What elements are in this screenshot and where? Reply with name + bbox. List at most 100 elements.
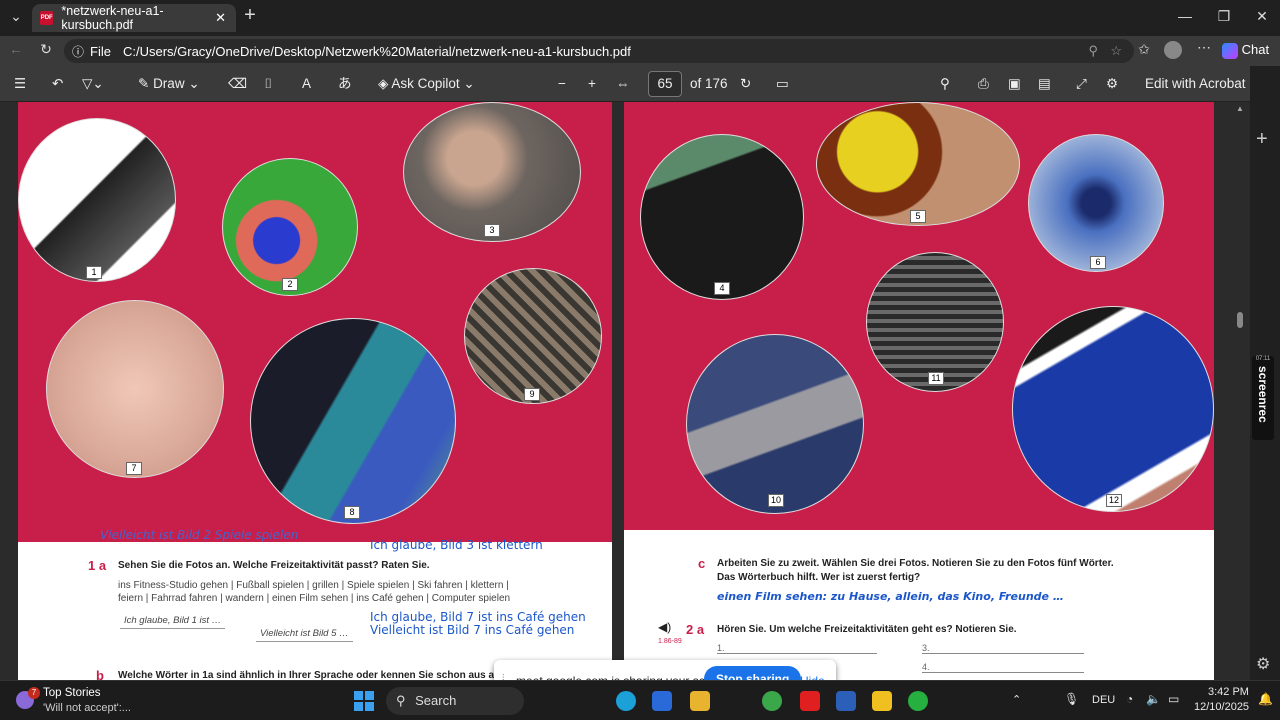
minimize-button[interactable]: — — [1175, 8, 1195, 24]
photo-2 — [222, 158, 358, 296]
read-aloud-icon[interactable]: A — [302, 76, 311, 92]
zoom-in-button[interactable]: + — [588, 76, 596, 92]
tray-chevron-icon[interactable]: ⌃ — [1012, 693, 1021, 706]
address-field[interactable]: ⓘ File C:/Users/Gracy/OneDrive/Desktop/N… — [64, 39, 1134, 63]
word-icon[interactable] — [836, 691, 856, 711]
tab-title: *netzwerk-neu-a1-kursbuch.pdf — [61, 4, 164, 32]
screenrec-widget[interactable]: 07:11 screenrec — [1252, 356, 1274, 440]
pdf-viewer[interactable]: 1 2 3 9 7 8 Vielleicht ist Bild 2 Spiele… — [0, 102, 1250, 680]
photo-5 — [816, 102, 1020, 226]
refresh-icon[interactable]: ↻ — [36, 41, 56, 58]
settings-icon[interactable]: ⚙ — [1106, 76, 1118, 92]
news-title: Top Stories — [43, 687, 101, 699]
volume-icon[interactable]: 🔈 — [1146, 692, 1161, 706]
new-tab-button[interactable]: + — [240, 4, 260, 27]
url-text: C:/Users/Gracy/OneDrive/Desktop/Netzwerk… — [122, 43, 631, 59]
back-icon[interactable]: ← — [6, 41, 26, 57]
favorite-icon[interactable]: ☆ — [1110, 43, 1122, 59]
line-num-4: 4. — [922, 662, 930, 672]
text-box-icon[interactable]: ⌷ — [264, 76, 272, 92]
notifications-icon[interactable]: 🔔 — [1258, 692, 1273, 706]
exercise-c-text-2: Das Wörterbuch hilft. Wer ist zuerst fer… — [717, 572, 921, 583]
wifi-icon[interactable]: ◔ — [1126, 692, 1133, 706]
photo-label-7: 7 — [126, 462, 142, 475]
ask-copilot-button[interactable]: ◈ Ask Copilot ⌄ — [378, 76, 475, 92]
left-page: 1 2 3 9 7 8 Vielleicht ist Bild 2 Spiele… — [18, 102, 612, 680]
more-icon[interactable]: ⋯ — [1194, 39, 1214, 56]
erase-icon[interactable]: ⌫ — [228, 76, 247, 92]
fullscreen-icon[interactable]: ⤢ — [1076, 76, 1087, 92]
clock-time[interactable]: 3:42 PM — [1208, 686, 1249, 698]
fit-width-icon[interactable]: ⇔ — [616, 76, 630, 92]
scroll-thumb[interactable] — [1237, 312, 1243, 328]
tab-list-icon[interactable]: ⌄ — [6, 8, 26, 25]
whatsapp-icon[interactable] — [908, 691, 928, 711]
draw-label: Draw — [153, 76, 185, 91]
zoom-icon[interactable]: ⚲ — [1088, 43, 1098, 59]
handwritten-note-1: Vielleicht ist Bild 2 Spiele spielen — [100, 528, 299, 542]
vertical-scrollbar[interactable]: ▲ — [1236, 102, 1244, 680]
handwritten-note-2: Ich glaube, Bild 3 ist klettern — [370, 538, 543, 552]
photo-label-11: 11 — [928, 372, 944, 385]
store-icon[interactable] — [652, 691, 672, 711]
photo-label-9: 9 — [524, 388, 540, 401]
search-icon[interactable]: ⚲ — [940, 76, 950, 92]
info-icon[interactable]: ⓘ — [72, 43, 84, 60]
page-view-icon[interactable]: ▭ — [776, 76, 789, 92]
news-widget[interactable]: 7 Top Stories 'Will not accept':... — [12, 685, 172, 717]
news-badge: 7 — [28, 687, 40, 699]
save-icon[interactable]: ▣ — [1008, 76, 1021, 92]
mic-icon[interactable]: 🎙 — [1064, 692, 1079, 706]
tab-close-icon[interactable]: ✕ — [215, 10, 226, 26]
taskbar: 7 Top Stories 'Will not accept':... ⚲ Se… — [0, 680, 1280, 720]
photo-12 — [1012, 306, 1214, 512]
word-list-2: feiern | Fahrrad fahren | wandern | eine… — [118, 593, 511, 604]
photo-label-5: 5 — [910, 210, 926, 223]
chrome-icon[interactable] — [762, 691, 782, 711]
page-number-input[interactable]: 65 — [648, 71, 682, 97]
ask-copilot-label: Ask Copilot — [391, 76, 460, 91]
exercise-2a-text: Hören Sie. Um welche Freizeitaktivitäten… — [717, 624, 1017, 635]
contents-icon[interactable]: ☰ — [14, 76, 26, 92]
battery-icon[interactable]: ▭ — [1168, 692, 1179, 706]
clock-date[interactable]: 12/10/2025 — [1194, 701, 1249, 713]
copilot-icon — [1222, 42, 1238, 59]
add-sidebar-icon[interactable]: + — [1256, 128, 1268, 151]
start-tile — [354, 691, 363, 700]
tab-active[interactable]: PDF *netzwerk-neu-a1-kursbuch.pdf ✕ — [32, 4, 236, 32]
undo-icon[interactable]: ↶ — [52, 76, 63, 92]
scroll-up-icon[interactable]: ▲ — [1236, 104, 1244, 113]
speech-bubble-1: Ich glaube, Bild 1 ist … — [120, 615, 226, 629]
zoom-out-button[interactable]: − — [558, 76, 566, 92]
exercise-2a-label: 2 a — [686, 622, 705, 637]
rotate-icon[interactable]: ↻ — [740, 76, 751, 92]
profile-avatar[interactable] — [1164, 41, 1182, 59]
start-icon[interactable] — [354, 691, 374, 711]
sidebar-settings-icon[interactable]: ⚙ — [1256, 654, 1270, 674]
translate-icon[interactable]: あ — [338, 76, 352, 92]
edit-with-acrobat-button[interactable]: Edit with Acrobat — [1145, 76, 1246, 92]
photo-9 — [464, 268, 602, 404]
copilot-chat-button[interactable]: Chat — [1222, 42, 1269, 59]
draw-button[interactable]: ✎ Draw ⌄ — [138, 76, 200, 92]
taskbar-search[interactable]: ⚲ Search — [386, 687, 524, 715]
exercise-c-label: c — [698, 556, 706, 571]
language-indicator[interactable]: DEU — [1092, 694, 1115, 706]
handwritten-note-4: Vielleicht ist Bild 7 ins Café gehen — [370, 623, 575, 637]
save-as-icon[interactable]: ▤ — [1038, 76, 1051, 92]
file-explorer-icon[interactable] — [690, 691, 710, 711]
photo-label-6: 6 — [1090, 256, 1106, 269]
start-tile — [354, 702, 363, 711]
sticky-notes-icon[interactable] — [872, 691, 892, 711]
youtube-icon[interactable] — [800, 691, 820, 711]
audio-icon[interactable]: ◀) — [658, 620, 671, 634]
exercise-1b-label: b — [96, 668, 104, 680]
maximize-button[interactable]: ❐ — [1214, 8, 1234, 25]
highlight-icon[interactable]: ▽⌄ — [82, 76, 104, 92]
print-icon[interactable]: ⎙ — [978, 76, 989, 92]
exercise-c-text-1: Arbeiten Sie zu zweit. Wählen Sie drei F… — [717, 558, 1114, 569]
favorites-icon[interactable]: ✩ — [1134, 41, 1154, 58]
close-button[interactable]: ✕ — [1252, 8, 1272, 25]
edge-icon[interactable] — [616, 691, 636, 711]
photo-3 — [403, 102, 581, 242]
